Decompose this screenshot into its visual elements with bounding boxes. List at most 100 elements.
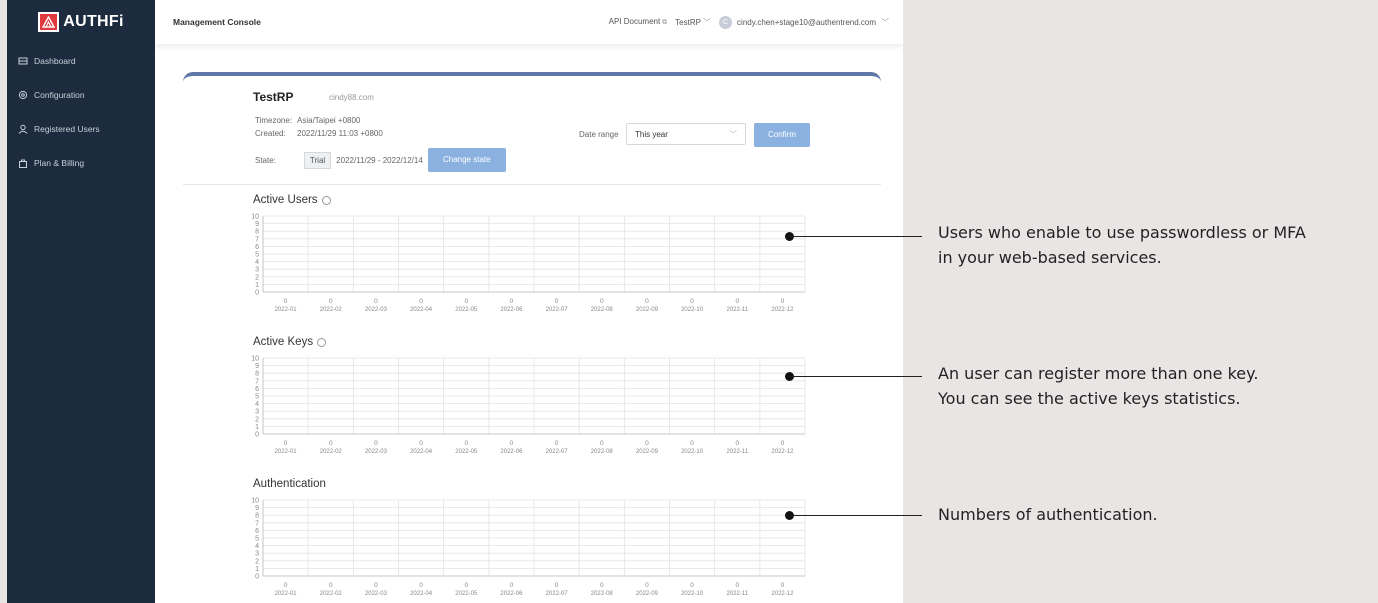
annotation-line: in your web-based services. xyxy=(938,248,1162,267)
chevron-down-icon: ﹀ xyxy=(729,130,737,139)
gear-icon xyxy=(18,90,28,100)
sidebar-item-registered-users[interactable]: Registered Users xyxy=(7,112,155,146)
annotation-line: You can see the active keys statistics. xyxy=(938,389,1241,408)
data-label: 0 xyxy=(781,298,785,305)
x-tick-label: 2022-05 xyxy=(455,449,478,455)
sidebar-item-plan-billing[interactable]: Plan & Billing xyxy=(7,146,155,180)
y-tick-label: 5 xyxy=(255,536,259,543)
sidebar-item-label: Plan & Billing xyxy=(34,158,85,168)
app-window: AUTHFi Dashboard Configuration Registere… xyxy=(7,0,903,603)
x-tick-label: 2022-03 xyxy=(365,307,388,313)
chevron-down-icon: ﹀ xyxy=(881,17,889,27)
data-label: 0 xyxy=(329,582,333,589)
data-label: 0 xyxy=(329,440,333,447)
data-label: 0 xyxy=(374,440,378,447)
annotation-leader xyxy=(790,515,922,516)
confirm-button[interactable]: Confirm xyxy=(754,123,810,147)
chart-title: Authentication xyxy=(253,478,326,490)
state-badge: Trial xyxy=(303,151,332,169)
x-tick-label: 2022-12 xyxy=(771,591,794,597)
x-tick-label: 2022-05 xyxy=(455,307,478,313)
x-tick-label: 2022-07 xyxy=(546,591,569,597)
x-tick-label: 2022-09 xyxy=(636,449,659,455)
y-tick-label: 7 xyxy=(255,236,259,243)
data-label: 0 xyxy=(735,582,739,589)
date-range-select[interactable]: This year ﹀ xyxy=(626,123,746,145)
sidebar-item-label: Registered Users xyxy=(34,124,100,134)
active-users-annotation: Users who enable to use passwordless or … xyxy=(938,220,1306,270)
x-tick-label: 2022-08 xyxy=(591,591,614,597)
y-tick-label: 1 xyxy=(255,424,259,431)
active-users-chart: 10987654321002022-0102022-0202022-030202… xyxy=(251,214,806,313)
data-label: 0 xyxy=(555,440,559,447)
logo: AUTHFi xyxy=(7,2,155,42)
console-title: Management Console xyxy=(173,17,261,27)
y-tick-label: 10 xyxy=(251,214,259,221)
y-tick-label: 0 xyxy=(255,432,259,439)
x-tick-label: 2022-02 xyxy=(320,449,343,455)
data-label: 0 xyxy=(510,440,514,447)
y-tick-label: 7 xyxy=(255,378,259,385)
created-row: Created: 2022/11/29 11:03 +0800 xyxy=(255,129,383,138)
data-label: 0 xyxy=(555,298,559,305)
info-icon[interactable] xyxy=(321,195,331,205)
x-tick-label: 2022-06 xyxy=(500,591,523,597)
sidebar-item-label: Dashboard xyxy=(34,56,76,66)
date-range-label: Date range xyxy=(579,130,619,139)
info-icon[interactable] xyxy=(317,337,327,347)
api-document-link[interactable]: API Document ⧉ xyxy=(609,17,668,27)
user-icon xyxy=(18,124,28,134)
annotation-leader xyxy=(790,376,922,377)
authentication-title: Authentication xyxy=(253,478,326,490)
timezone-label: Timezone: xyxy=(255,116,293,125)
dashboard-icon xyxy=(18,56,28,66)
x-tick-label: 2022-08 xyxy=(591,449,614,455)
x-tick-label: 2022-05 xyxy=(455,591,478,597)
x-tick-label: 2022-10 xyxy=(681,307,704,313)
date-range-value: This year xyxy=(635,130,668,139)
data-label: 0 xyxy=(419,582,423,589)
x-tick-label: 2022-01 xyxy=(275,307,298,313)
change-state-button[interactable]: Change state xyxy=(427,148,506,172)
app-domain: cindy88.com xyxy=(329,93,374,102)
rp-select[interactable]: TestRP ﹀ xyxy=(675,17,711,28)
y-tick-label: 1 xyxy=(255,566,259,573)
api-document-label: API Document xyxy=(608,17,661,26)
sidebar-item-configuration[interactable]: Configuration xyxy=(7,78,155,112)
data-label: 0 xyxy=(284,298,288,305)
active-keys-title: Active Keys xyxy=(253,336,327,348)
active-users-title: Active Users xyxy=(253,194,331,206)
created-label: Created: xyxy=(255,129,286,138)
y-tick-label: 10 xyxy=(251,356,259,363)
y-tick-label: 0 xyxy=(255,290,259,297)
x-tick-label: 2022-09 xyxy=(636,591,659,597)
data-label: 0 xyxy=(735,298,739,305)
data-label: 0 xyxy=(510,582,514,589)
divider xyxy=(183,184,881,185)
data-label: 0 xyxy=(464,582,468,589)
x-tick-label: 2022-03 xyxy=(365,449,388,455)
data-label: 0 xyxy=(781,582,785,589)
y-tick-label: 9 xyxy=(255,505,259,512)
y-tick-label: 4 xyxy=(255,543,259,550)
x-tick-label: 2022-09 xyxy=(636,307,659,313)
sidebar-item-dashboard[interactable]: Dashboard xyxy=(7,44,155,78)
y-tick-label: 6 xyxy=(255,528,259,535)
y-tick-label: 4 xyxy=(255,401,259,408)
x-tick-label: 2022-01 xyxy=(275,449,298,455)
x-tick-label: 2022-03 xyxy=(365,591,388,597)
logo-text: AUTHFi xyxy=(63,13,124,30)
x-tick-label: 2022-11 xyxy=(726,307,748,313)
user-menu[interactable]: C cindy.chen+stage10@authentrend.com ﹀ xyxy=(719,15,889,29)
data-label: 0 xyxy=(690,440,694,447)
data-label: 0 xyxy=(284,440,288,447)
data-label: 0 xyxy=(374,582,378,589)
data-label: 0 xyxy=(690,298,694,305)
dashboard-card: TestRP cindy88.com Timezone: Asia/Taipei… xyxy=(183,72,881,603)
chart-title: Active Keys xyxy=(253,336,314,348)
y-tick-label: 5 xyxy=(255,252,259,259)
authentication-chart: 10987654321002022-0102022-0202022-030202… xyxy=(251,498,806,597)
app-name: TestRP xyxy=(253,90,294,104)
y-tick-label: 10 xyxy=(251,498,259,505)
x-tick-label: 2022-02 xyxy=(320,591,343,597)
